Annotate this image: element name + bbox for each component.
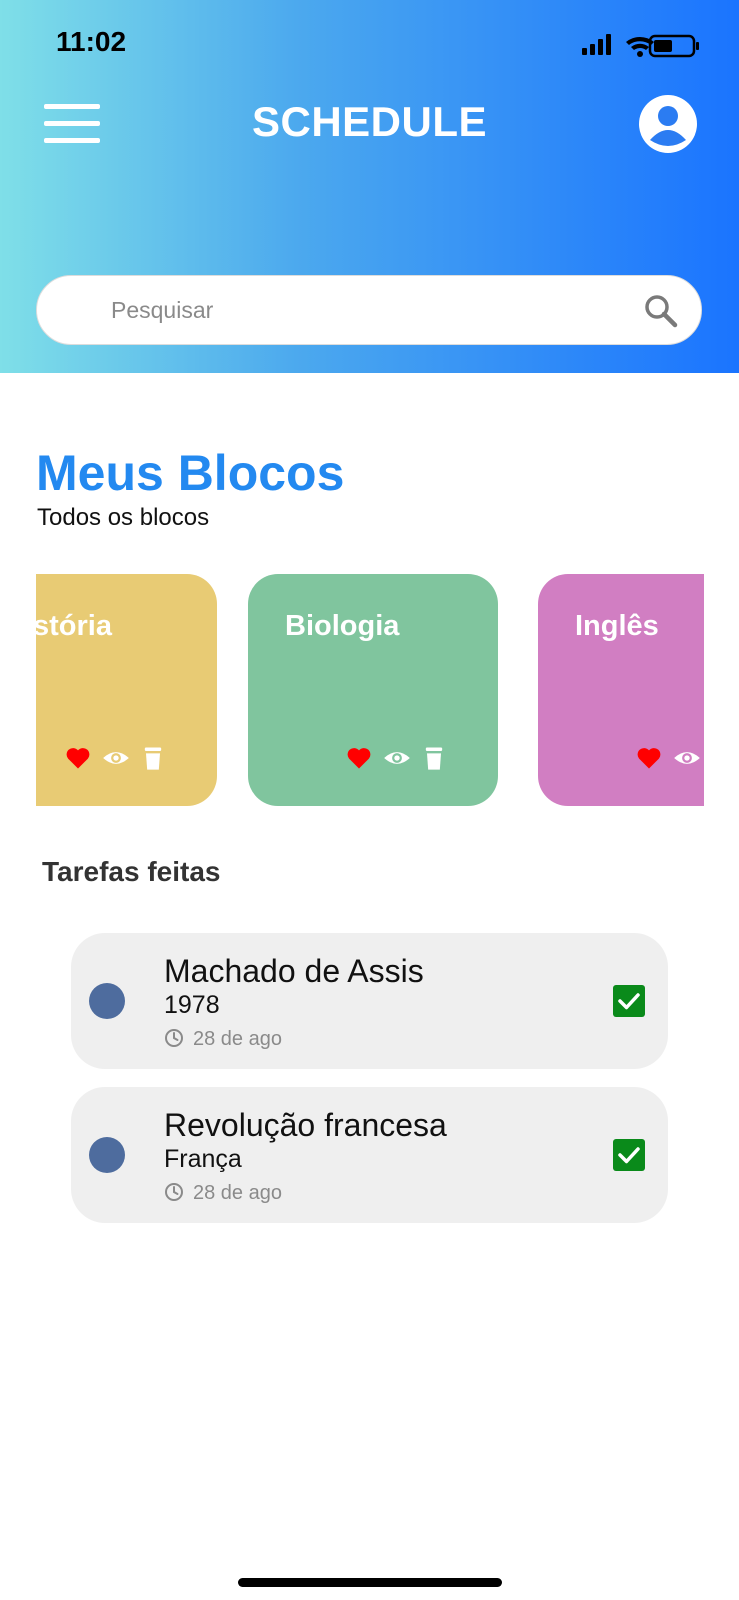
task-item[interactable]: Revolução francesa França 28 de ago	[71, 1087, 668, 1223]
trash-icon[interactable]	[420, 744, 448, 772]
checkmark-icon	[618, 993, 640, 1010]
task-subtitle: França	[164, 1145, 242, 1173]
task-item[interactable]: Machado de Assis 1978 28 de ago	[71, 933, 668, 1069]
status-time: 11:02	[56, 26, 127, 57]
battery-icon	[648, 34, 699, 58]
trash-icon[interactable]	[139, 744, 167, 772]
clock-icon	[165, 1029, 183, 1047]
status-bar-icons	[582, 34, 699, 58]
heart-icon[interactable]	[635, 744, 663, 772]
header-bar: 11:02 SCHEDULE	[0, 0, 739, 373]
done-tasks-title: Tarefas feitas	[42, 856, 221, 887]
block-card-biologia[interactable]: Biologia	[248, 574, 498, 806]
block-card-label: História	[36, 610, 112, 642]
heart-icon[interactable]	[345, 744, 373, 772]
heart-icon[interactable]	[64, 744, 92, 772]
eye-icon[interactable]	[102, 744, 130, 772]
task-dot	[89, 983, 125, 1019]
checkmark-icon	[618, 1147, 640, 1164]
clock-icon	[165, 1183, 183, 1201]
task-title: Machado de Assis	[164, 953, 424, 989]
search-icon[interactable]	[643, 293, 679, 329]
eye-icon[interactable]	[383, 744, 411, 772]
blocks-subtitle: Todos os blocos	[37, 504, 210, 531]
block-card-ingles[interactable]: Inglês	[538, 574, 704, 806]
home-indicator[interactable]	[238, 1578, 502, 1587]
user-avatar-icon[interactable]	[638, 94, 698, 154]
cellular-signal-icon	[582, 34, 611, 55]
block-card-label: Biologia	[285, 610, 400, 642]
task-checkbox[interactable]	[613, 1139, 645, 1171]
task-checkbox[interactable]	[613, 985, 645, 1017]
task-dot	[89, 1137, 125, 1173]
search-input[interactable]	[109, 276, 613, 344]
task-title: Revolução francesa	[164, 1107, 447, 1143]
blocks-carousel[interactable]: História Biologia Inglês	[36, 574, 704, 806]
search-bar	[36, 275, 702, 345]
block-card-historia[interactable]: História	[36, 574, 217, 806]
task-date: 28 de ago	[193, 1182, 282, 1204]
task-date: 28 de ago	[193, 1028, 282, 1050]
page-title: SCHEDULE	[251, 98, 488, 145]
blocks-title: Meus Blocos	[36, 445, 345, 501]
task-subtitle: 1978	[164, 991, 220, 1019]
eye-icon[interactable]	[673, 744, 701, 772]
block-card-label: Inglês	[575, 610, 659, 642]
